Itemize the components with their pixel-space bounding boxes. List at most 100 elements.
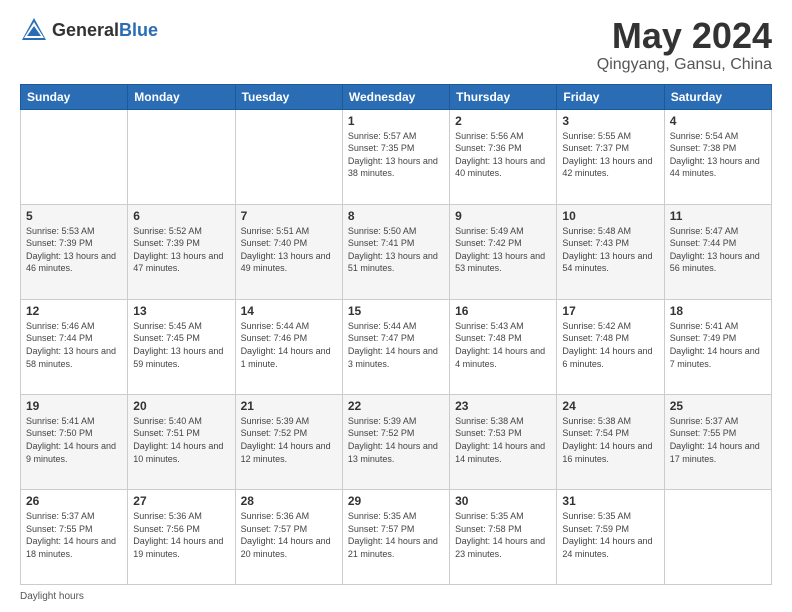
month-title: May 2024 xyxy=(597,16,772,56)
day-number: 28 xyxy=(241,494,337,508)
day-number: 19 xyxy=(26,399,122,413)
calendar-cell: 14 Sunrise: 5:44 AMSunset: 7:46 PMDayligh… xyxy=(235,299,342,394)
calendar-cell: 2 Sunrise: 5:56 AMSunset: 7:36 PMDaylight… xyxy=(450,109,557,204)
calendar-cell: 6Sunrise: 5:52 AMSunset: 7:39 PMDaylight… xyxy=(128,204,235,299)
calendar-week-row: 1 Sunrise: 5:57 AMSunset: 7:35 PMDaylight… xyxy=(21,109,772,204)
day-info: Sunrise: 5:37 AMSunset: 7:55 PMDaylight:… xyxy=(26,511,116,559)
page: GeneralBlue May 2024 Qingyang, Gansu, Ch… xyxy=(0,0,792,612)
calendar-cell: 3 Sunrise: 5:55 AMSunset: 7:37 PMDaylight… xyxy=(557,109,664,204)
day-info: Sunrise: 5:44 AMSunset: 7:47 PMDaylight:… xyxy=(348,321,438,369)
day-number: 3 xyxy=(562,114,658,128)
logo: GeneralBlue xyxy=(20,16,158,44)
day-info: Sunrise: 5:35 AMSunset: 7:59 PMDaylight:… xyxy=(562,511,652,559)
day-number: 13 xyxy=(133,304,229,318)
day-info: Sunrise: 5:56 AMSunset: 7:36 PMDaylight:… xyxy=(455,131,545,179)
calendar-cell: 13 Sunrise: 5:45 AMSunset: 7:45 PMDayligh… xyxy=(128,299,235,394)
day-info: Sunrise: 5:53 AMSunset: 7:39 PMDaylight:… xyxy=(26,226,116,274)
calendar-week-row: 26Sunrise: 5:37 AMSunset: 7:55 PMDayligh… xyxy=(21,489,772,584)
footer: Daylight hours xyxy=(20,591,772,602)
day-number: 17 xyxy=(562,304,658,318)
logo-icon xyxy=(20,16,48,44)
day-info: Sunrise: 5:50 AMSunset: 7:41 PMDaylight:… xyxy=(348,226,438,274)
day-info: Sunrise: 5:45 AMSunset: 7:45 PMDaylight:… xyxy=(133,321,223,369)
day-info: Sunrise: 5:41 AMSunset: 7:49 PMDaylight:… xyxy=(670,321,760,369)
day-info: Sunrise: 5:38 AMSunset: 7:53 PMDaylight:… xyxy=(455,416,545,464)
day-info: Sunrise: 5:36 AMSunset: 7:56 PMDaylight:… xyxy=(133,511,223,559)
day-number: 22 xyxy=(348,399,444,413)
calendar-cell: 21 Sunrise: 5:39 AMSunset: 7:52 PMDayligh… xyxy=(235,394,342,489)
calendar-day-header: Friday xyxy=(557,84,664,109)
calendar-cell: 25 Sunrise: 5:37 AMSunset: 7:55 PMDayligh… xyxy=(664,394,771,489)
calendar-week-row: 19 Sunrise: 5:41 AMSunset: 7:50 PMDayligh… xyxy=(21,394,772,489)
calendar-cell: 31 Sunrise: 5:35 AMSunset: 7:59 PMDayligh… xyxy=(557,489,664,584)
calendar-cell: 12Sunrise: 5:46 AMSunset: 7:44 PMDayligh… xyxy=(21,299,128,394)
calendar-cell: 30Sunrise: 5:35 AMSunset: 7:58 PMDayligh… xyxy=(450,489,557,584)
day-number: 23 xyxy=(455,399,551,413)
day-number: 9 xyxy=(455,209,551,223)
calendar-day-header: Wednesday xyxy=(342,84,449,109)
day-info: Sunrise: 5:55 AMSunset: 7:37 PMDaylight:… xyxy=(562,131,652,179)
day-info: Sunrise: 5:46 AMSunset: 7:44 PMDaylight:… xyxy=(26,321,116,369)
day-info: Sunrise: 5:41 AMSunset: 7:50 PMDaylight:… xyxy=(26,416,116,464)
calendar-cell xyxy=(128,109,235,204)
logo-blue-text: Blue xyxy=(119,20,158,40)
calendar-cell: 22 Sunrise: 5:39 AMSunset: 7:52 PMDayligh… xyxy=(342,394,449,489)
calendar-cell: 1 Sunrise: 5:57 AMSunset: 7:35 PMDaylight… xyxy=(342,109,449,204)
calendar-cell: 28 Sunrise: 5:36 AMSunset: 7:57 PMDayligh… xyxy=(235,489,342,584)
day-info: Sunrise: 5:42 AMSunset: 7:48 PMDaylight:… xyxy=(562,321,652,369)
day-info: Sunrise: 5:54 AMSunset: 7:38 PMDaylight:… xyxy=(670,131,760,179)
day-info: Sunrise: 5:35 AMSunset: 7:57 PMDaylight:… xyxy=(348,511,438,559)
day-number: 14 xyxy=(241,304,337,318)
calendar-cell: 24 Sunrise: 5:38 AMSunset: 7:54 PMDayligh… xyxy=(557,394,664,489)
calendar-cell: 16 Sunrise: 5:43 AMSunset: 7:48 PMDayligh… xyxy=(450,299,557,394)
day-number: 5 xyxy=(26,209,122,223)
calendar-cell xyxy=(235,109,342,204)
day-number: 16 xyxy=(455,304,551,318)
logo-general-text: General xyxy=(52,20,119,40)
day-info: Sunrise: 5:36 AMSunset: 7:57 PMDaylight:… xyxy=(241,511,331,559)
day-number: 6 xyxy=(133,209,229,223)
day-number: 25 xyxy=(670,399,766,413)
calendar-cell: 18 Sunrise: 5:41 AMSunset: 7:49 PMDayligh… xyxy=(664,299,771,394)
day-number: 29 xyxy=(348,494,444,508)
calendar-cell: 29 Sunrise: 5:35 AMSunset: 7:57 PMDayligh… xyxy=(342,489,449,584)
calendar-cell: 8 Sunrise: 5:50 AMSunset: 7:41 PMDaylight… xyxy=(342,204,449,299)
day-number: 18 xyxy=(670,304,766,318)
calendar-day-header: Thursday xyxy=(450,84,557,109)
day-number: 1 xyxy=(348,114,444,128)
day-info: Sunrise: 5:39 AMSunset: 7:52 PMDaylight:… xyxy=(348,416,438,464)
day-info: Sunrise: 5:47 AMSunset: 7:44 PMDaylight:… xyxy=(670,226,760,274)
day-info: Sunrise: 5:38 AMSunset: 7:54 PMDaylight:… xyxy=(562,416,652,464)
calendar-cell: 9Sunrise: 5:49 AMSunset: 7:42 PMDaylight… xyxy=(450,204,557,299)
day-number: 2 xyxy=(455,114,551,128)
day-info: Sunrise: 5:57 AMSunset: 7:35 PMDaylight:… xyxy=(348,131,438,179)
day-info: Sunrise: 5:37 AMSunset: 7:55 PMDaylight:… xyxy=(670,416,760,464)
day-info: Sunrise: 5:43 AMSunset: 7:48 PMDaylight:… xyxy=(455,321,545,369)
calendar-cell: 7 Sunrise: 5:51 AMSunset: 7:40 PMDaylight… xyxy=(235,204,342,299)
calendar-cell xyxy=(664,489,771,584)
calendar-header-row: SundayMondayTuesdayWednesdayThursdayFrid… xyxy=(21,84,772,109)
day-info: Sunrise: 5:51 AMSunset: 7:40 PMDaylight:… xyxy=(241,226,331,274)
calendar-cell: 17 Sunrise: 5:42 AMSunset: 7:48 PMDayligh… xyxy=(557,299,664,394)
calendar-cell: 19 Sunrise: 5:41 AMSunset: 7:50 PMDayligh… xyxy=(21,394,128,489)
title-block: May 2024 Qingyang, Gansu, China xyxy=(597,16,772,74)
calendar-cell: 10Sunrise: 5:48 AMSunset: 7:43 PMDayligh… xyxy=(557,204,664,299)
calendar-cell: 23 Sunrise: 5:38 AMSunset: 7:53 PMDayligh… xyxy=(450,394,557,489)
day-number: 31 xyxy=(562,494,658,508)
calendar-day-header: Sunday xyxy=(21,84,128,109)
day-info: Sunrise: 5:40 AMSunset: 7:51 PMDaylight:… xyxy=(133,416,223,464)
calendar-week-row: 5 Sunrise: 5:53 AMSunset: 7:39 PMDaylight… xyxy=(21,204,772,299)
location: Qingyang, Gansu, China xyxy=(597,56,772,74)
day-number: 8 xyxy=(348,209,444,223)
day-number: 21 xyxy=(241,399,337,413)
header: GeneralBlue May 2024 Qingyang, Gansu, Ch… xyxy=(20,16,772,74)
day-info: Sunrise: 5:39 AMSunset: 7:52 PMDaylight:… xyxy=(241,416,331,464)
day-number: 24 xyxy=(562,399,658,413)
day-number: 15 xyxy=(348,304,444,318)
day-number: 30 xyxy=(455,494,551,508)
day-number: 20 xyxy=(133,399,229,413)
day-number: 7 xyxy=(241,209,337,223)
day-info: Sunrise: 5:44 AMSunset: 7:46 PMDaylight:… xyxy=(241,321,331,369)
calendar-cell: 11Sunrise: 5:47 AMSunset: 7:44 PMDayligh… xyxy=(664,204,771,299)
calendar-cell: 27Sunrise: 5:36 AMSunset: 7:56 PMDayligh… xyxy=(128,489,235,584)
